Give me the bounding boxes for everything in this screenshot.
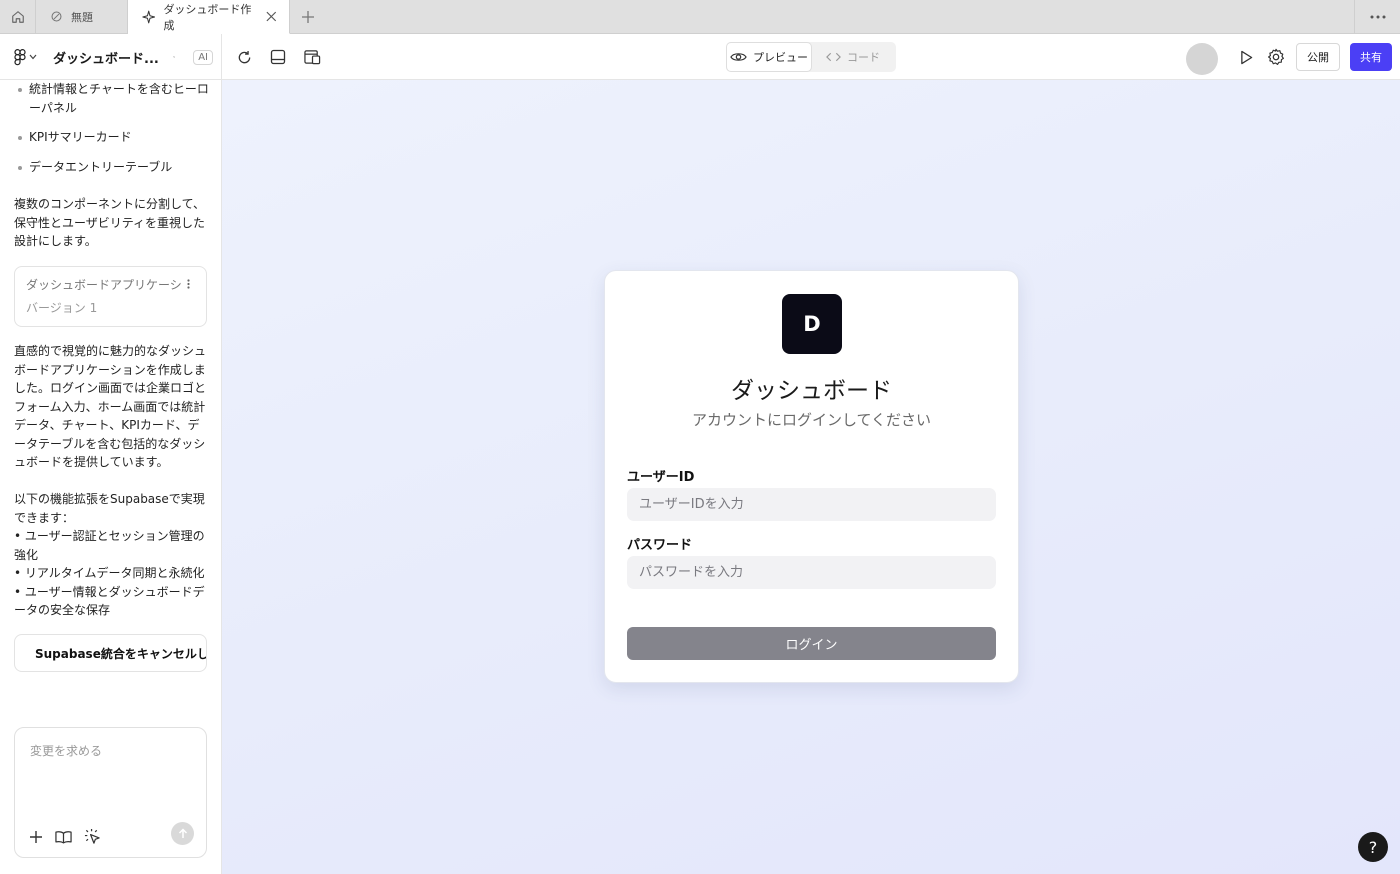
refresh-icon: [238, 50, 250, 63]
password-label: パスワード: [627, 538, 693, 553]
version-card-subtitle: バージョン 1: [26, 301, 98, 315]
home-icon: [11, 10, 24, 23]
responsive-layout-icon: [303, 50, 320, 65]
chat-composer[interactable]: 変更を求める: [14, 727, 207, 858]
tab-label: ダッシュボード作成: [163, 2, 252, 32]
cancel-supabase-button[interactable]: Supabase統合をキャンセルしま: [14, 634, 207, 672]
list-item: データエントリーテーブル: [14, 158, 214, 177]
version-card-title: ダッシュボードアプリケーション: [26, 278, 182, 292]
plus-icon: [302, 10, 314, 23]
avatar[interactable]: [1186, 43, 1218, 75]
new-tab-button[interactable]: [290, 0, 326, 33]
plus-icon[interactable]: [29, 830, 43, 844]
chat-message: 複数のコンポーネントに分割して、保守性とユーザビリティを重視した設計にします。: [14, 197, 206, 248]
chevron-down-icon[interactable]: [172, 54, 176, 60]
project-header: ダッシュボード... AI: [0, 34, 222, 80]
list-item: KPIサマリーカード: [14, 128, 214, 147]
view-mode-toggle: プレビュー コード: [726, 42, 896, 72]
book-icon[interactable]: [55, 830, 72, 844]
panel-bottom-icon: [270, 49, 286, 65]
login-title: ダッシュボード: [731, 378, 892, 404]
share-button[interactable]: 共有: [1350, 43, 1392, 71]
figma-slides-icon: [51, 11, 62, 22]
more-vertical-icon[interactable]: [187, 279, 190, 289]
chat-message: 直感的で視覚的に魅力的なダッシュボードアプリケーションを作成しました。ログイン画…: [14, 344, 207, 469]
refresh-button[interactable]: [234, 47, 254, 67]
version-card[interactable]: ダッシュボードアプリケーション バージョン 1: [14, 266, 207, 327]
tab-preview[interactable]: プレビュー: [727, 43, 811, 71]
device-preview-button[interactable]: [302, 47, 322, 67]
select-cursor-icon[interactable]: [84, 828, 101, 845]
tab-code[interactable]: コード: [811, 43, 895, 71]
more-menu-button[interactable]: [1354, 0, 1400, 34]
eye-icon: [730, 53, 747, 61]
settings-button[interactable]: [1266, 47, 1286, 67]
list-item: • リアルタイムデータ同期と永続化: [14, 566, 205, 580]
figma-logo-icon: [14, 48, 26, 65]
send-button[interactable]: [171, 822, 194, 845]
tab-dashboard-create[interactable]: ダッシュボード作成: [128, 0, 290, 34]
composer-tools: [29, 828, 101, 845]
arrow-up-icon: [178, 828, 187, 838]
login-card: D ダッシュボード アカウントにログインしてください ユーザーID パスワード …: [604, 270, 1019, 683]
toolbar-right-actions: 公開 共有: [1186, 34, 1392, 80]
user-id-field[interactable]: [627, 488, 996, 521]
browser-tab-bar: 無題 ダッシュボード作成: [0, 0, 1400, 34]
login-subtitle: アカウントにログインしてください: [691, 411, 932, 429]
project-title[interactable]: ダッシュボード...: [53, 48, 159, 67]
list-item: • ユーザー情報とダッシュボードデータの安全な保存: [14, 584, 205, 618]
password-field[interactable]: [627, 556, 996, 589]
tab-untitled[interactable]: 無題: [36, 0, 128, 33]
gear-icon: [1268, 48, 1284, 65]
play-button[interactable]: [1236, 47, 1256, 67]
chat-sidebar: 統計情報とチャートを含むヒーローパネル KPIサマリーカード データエントリーテ…: [0, 80, 222, 874]
figma-make-icon: [142, 10, 156, 23]
preview-label: プレビュー: [753, 51, 808, 64]
supabase-intro: 以下の機能拡張をSupabaseで実現できます：: [14, 492, 205, 525]
list-item: • ユーザー認証とセッション管理の強化: [14, 529, 205, 562]
code-icon: [826, 52, 841, 62]
chevron-down-icon: [29, 54, 37, 60]
code-label: コード: [847, 51, 880, 64]
user-id-label: ユーザーID: [627, 470, 695, 485]
main-menu-button[interactable]: [14, 48, 37, 66]
publish-button[interactable]: 公開: [1296, 43, 1340, 71]
app-toolbar: ダッシュボード... AI プレビュー コード 公開 共有: [0, 34, 1400, 80]
company-logo: D: [782, 294, 842, 354]
ai-badge[interactable]: AI: [193, 49, 213, 65]
play-icon: [1240, 50, 1252, 64]
feature-list: 統計情報とチャートを含むヒーローパネル KPIサマリーカード データエントリーテ…: [14, 80, 214, 187]
composer-input[interactable]: 変更を求める: [30, 742, 102, 759]
home-tab[interactable]: [0, 0, 36, 33]
more-horizontal-icon: [1370, 15, 1385, 19]
toggle-panel-button[interactable]: [268, 47, 288, 67]
close-icon[interactable]: [266, 11, 277, 22]
help-button[interactable]: ?: [1358, 832, 1388, 862]
login-button[interactable]: ログイン: [627, 627, 996, 660]
list-item: 統計情報とチャートを含むヒーローパネル: [14, 80, 214, 117]
cancel-supabase-label: Supabase統合をキャンセルしま: [35, 646, 207, 661]
preview-canvas: D ダッシュボード アカウントにログインしてください ユーザーID パスワード …: [222, 80, 1400, 874]
tab-label: 無題: [71, 10, 93, 24]
chat-message-supabase: 以下の機能拡張をSupabaseで実現できます： • ユーザー認証とセッション管…: [14, 490, 210, 620]
toolbar-left-icons: [234, 34, 322, 80]
